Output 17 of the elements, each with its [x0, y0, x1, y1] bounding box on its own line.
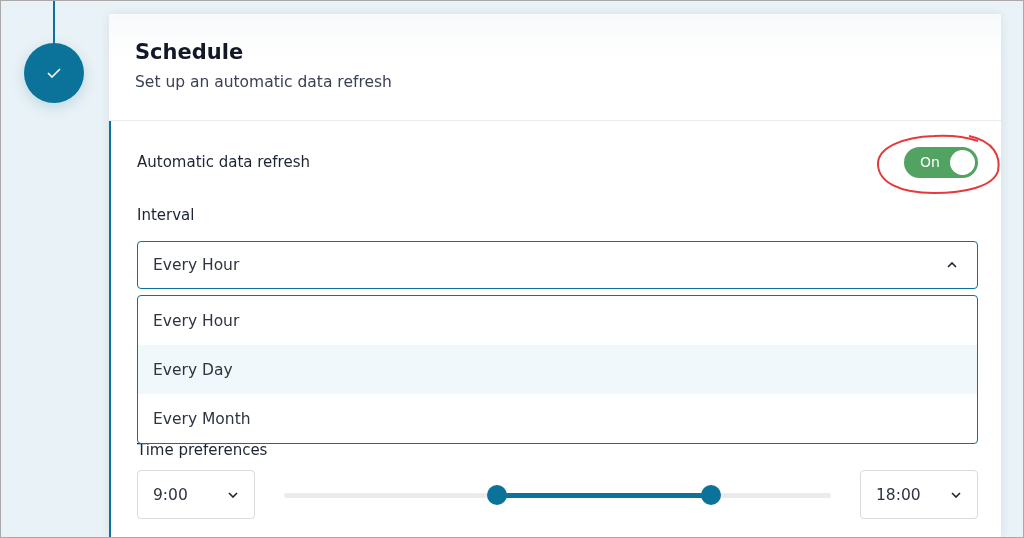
field-label: Interval — [137, 205, 196, 225]
caret-icon — [947, 262, 957, 268]
time-range-slider[interactable] — [284, 484, 831, 505]
end-time-dropdown[interactable]: 18:00 — [860, 470, 978, 519]
caret-icon — [228, 491, 238, 498]
start-time-dropdown[interactable]: 9:00 — [137, 470, 255, 519]
dropdown-option[interactable]: Every Hour — [138, 296, 977, 345]
section-title: Schedule — [135, 39, 245, 66]
slider-handle[interactable] — [700, 484, 721, 505]
check-icon — [47, 68, 61, 78]
slider-handle[interactable] — [487, 484, 508, 505]
caret-icon — [951, 491, 961, 498]
dropdown-option[interactable]: Every Month — [138, 394, 977, 443]
section-subtitle: Set up an automatic data refresh — [135, 72, 393, 92]
dropdown-option[interactable]: Every Day — [138, 345, 977, 394]
interval-dropdown[interactable]: Every Hour — [137, 241, 978, 289]
setting-label: Automatic data refresh — [137, 152, 310, 172]
